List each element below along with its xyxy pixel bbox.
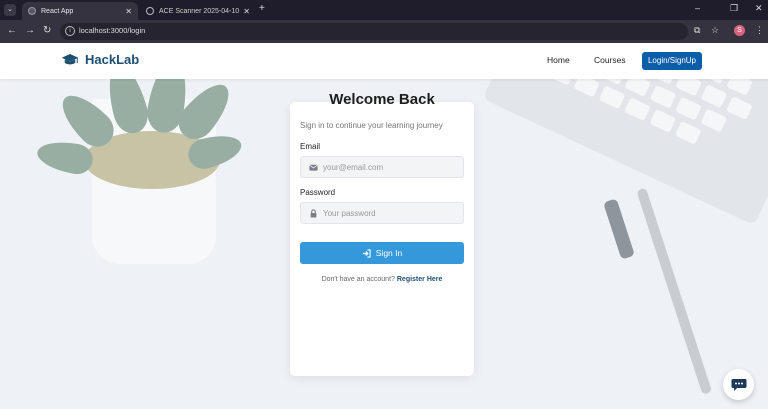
- nav-courses-link[interactable]: Courses: [594, 55, 626, 65]
- register-link[interactable]: Register Here: [397, 276, 443, 283]
- login-card: Welcome Back Sign in to continue your le…: [290, 91, 474, 376]
- register-prompt: Don't have an account? Register Here: [290, 276, 474, 283]
- profile-avatar[interactable]: S: [734, 25, 745, 36]
- brand-name: HackLab: [85, 52, 140, 67]
- nav-home-link[interactable]: Home: [547, 55, 570, 65]
- close-tab-icon[interactable]: ✕: [243, 7, 250, 16]
- login-signup-button[interactable]: Login/SignUp: [642, 52, 702, 70]
- keyboard: [482, 79, 768, 226]
- new-tab-button[interactable]: +: [259, 3, 265, 14]
- site-navbar: HackLab Home Courses Login/SignUp: [0, 43, 768, 79]
- reload-icon[interactable]: ↻: [43, 25, 51, 36]
- browser-address-bar: ← → ↻ i localhost:3000/login ⧉ ☆ S ⋮: [0, 20, 768, 43]
- brand-logo[interactable]: HackLab: [61, 52, 139, 67]
- close-window-icon[interactable]: ✕: [755, 3, 763, 14]
- bookmark-star-icon[interactable]: ☆: [711, 25, 719, 36]
- page-subtitle: Sign in to continue your learning journe…: [300, 121, 443, 130]
- tab-search-icon[interactable]: ⌄: [4, 4, 16, 16]
- pen: [636, 187, 713, 396]
- password-label: Password: [300, 188, 336, 197]
- back-icon[interactable]: ←: [7, 25, 17, 36]
- tab-label: ACE Scanner 2025-04-10 (1).pd: [159, 7, 240, 15]
- sign-in-label: Sign In: [375, 248, 403, 258]
- register-prompt-text: Don't have an account?: [321, 276, 395, 283]
- browser-tab-bar: ⌄ React App ✕ ACE Scanner 2025-04-10 (1)…: [0, 0, 768, 20]
- site-info-icon[interactable]: i: [65, 26, 75, 36]
- page-title: Welcome Back: [329, 91, 435, 108]
- graduation-cap-icon: [61, 53, 79, 64]
- email-field-wrapper[interactable]: [300, 156, 464, 178]
- tab-react-app[interactable]: React App ✕: [22, 2, 138, 20]
- install-app-icon[interactable]: ⧉: [694, 25, 700, 36]
- tab-label: React App: [41, 7, 74, 15]
- chat-widget-button[interactable]: [723, 369, 754, 400]
- chat-bubble-icon: [731, 378, 746, 391]
- envelope-icon: [309, 164, 318, 171]
- globe-favicon-icon: [146, 7, 154, 15]
- pen-grip: [603, 198, 635, 260]
- tab-ace-scanner[interactable]: ACE Scanner 2025-04-10 (1).pd ✕: [140, 2, 256, 20]
- sign-in-icon: [362, 248, 371, 258]
- close-tab-icon[interactable]: ✕: [125, 7, 132, 16]
- password-field-wrapper[interactable]: [300, 202, 464, 224]
- forward-icon[interactable]: →: [25, 25, 35, 36]
- url-field[interactable]: i localhost:3000/login: [60, 23, 688, 40]
- email-label: Email: [300, 142, 321, 151]
- email-input[interactable]: [323, 159, 459, 175]
- password-input[interactable]: [323, 205, 459, 221]
- more-menu-icon[interactable]: ⋮: [755, 25, 764, 36]
- react-favicon-icon: [28, 7, 36, 15]
- minimize-icon[interactable]: –: [695, 3, 700, 13]
- sign-in-button[interactable]: Sign In: [300, 242, 464, 264]
- restore-icon[interactable]: ❐: [730, 3, 738, 14]
- lock-icon: [310, 209, 317, 218]
- url-text[interactable]: localhost:3000/login: [79, 26, 145, 35]
